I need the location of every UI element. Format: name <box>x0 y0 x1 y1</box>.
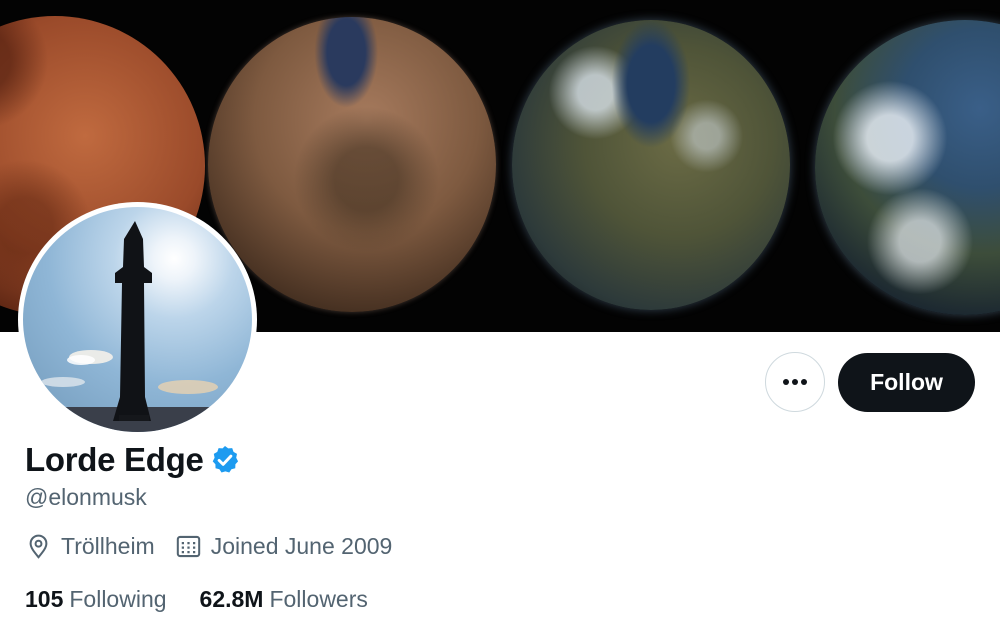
calendar-icon <box>176 535 200 558</box>
follow-button[interactable]: Follow <box>838 353 975 412</box>
following-link[interactable]: 105 Following <box>25 586 167 613</box>
following-count: 105 <box>25 586 64 612</box>
more-options-button[interactable] <box>765 352 825 412</box>
joined-date-item: Joined June 2009 <box>175 533 393 560</box>
user-handle: @elonmusk <box>25 484 147 510</box>
display-name: Lorde Edge <box>25 441 204 478</box>
terraformed-planet-image <box>512 20 790 310</box>
joined-date-text: Joined June 2009 <box>210 533 393 559</box>
following-label: Following <box>69 586 167 612</box>
location-pin-icon <box>29 534 48 559</box>
profile-meta: Tröllheim Joined June 2009 <box>25 533 412 560</box>
avatar[interactable] <box>18 202 257 437</box>
profile-name-row: Lorde Edge <box>25 440 241 480</box>
earthlike-planet-image <box>815 20 1000 315</box>
verified-badge-icon[interactable] <box>209 444 241 476</box>
more-horizontal-icon <box>783 379 807 385</box>
location-item: Tröllheim <box>25 533 155 560</box>
location-text: Tröllheim <box>61 533 155 559</box>
followers-link[interactable]: 62.8M Followers <box>200 586 368 613</box>
followers-label: Followers <box>269 586 368 612</box>
follow-stats: 105 Following 62.8M Followers <box>25 586 401 613</box>
followers-count: 62.8M <box>199 586 264 612</box>
avatar-image <box>23 207 252 432</box>
